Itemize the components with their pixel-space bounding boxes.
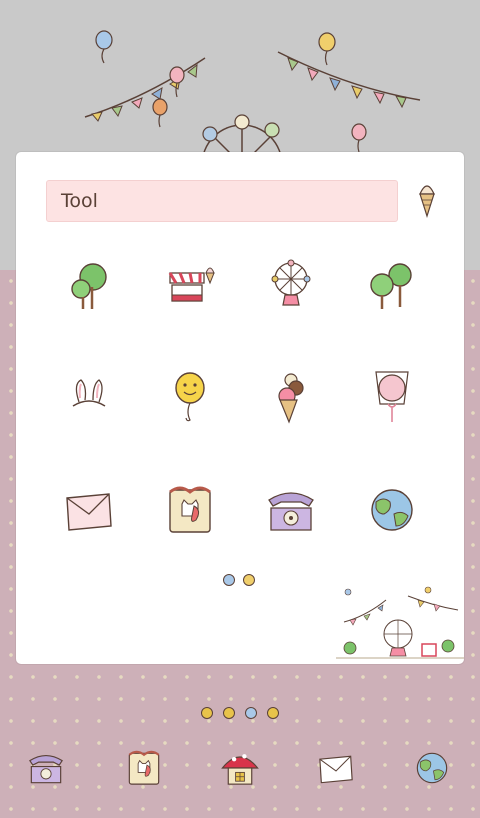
telephone-icon[interactable] [261, 480, 321, 540]
ferris-wheel-icon[interactable] [261, 255, 321, 315]
smiley-balloon-icon[interactable] [160, 366, 220, 426]
globe-icon[interactable] [410, 746, 454, 790]
fairground-decoration [336, 586, 464, 659]
tree-icon[interactable] [59, 255, 119, 315]
shop-bag-icon[interactable] [122, 746, 166, 790]
mushroom-house-icon[interactable] [218, 746, 262, 790]
globe-icon[interactable] [362, 480, 422, 540]
telephone-icon[interactable] [24, 746, 68, 790]
trees-icon[interactable] [362, 255, 422, 315]
cotton-candy-icon[interactable] [362, 366, 422, 426]
envelope-icon[interactable] [314, 746, 358, 790]
shop-bag-icon[interactable] [160, 480, 220, 540]
folder-popup: Tool [16, 152, 464, 664]
folder-title: Tool [61, 190, 98, 212]
ice-cream-cone-icon[interactable] [261, 366, 321, 426]
bunting-decoration [84, 30, 421, 206]
folder-page-indicator [221, 572, 261, 588]
bunny-ears-icon[interactable] [59, 366, 119, 426]
ice-cream-icon [419, 185, 435, 218]
envelope-icon[interactable] [59, 480, 119, 540]
home-page-indicator [198, 704, 282, 722]
ice-cream-stand-icon[interactable] [160, 255, 220, 315]
folder-title-field[interactable]: Tool [46, 180, 398, 222]
